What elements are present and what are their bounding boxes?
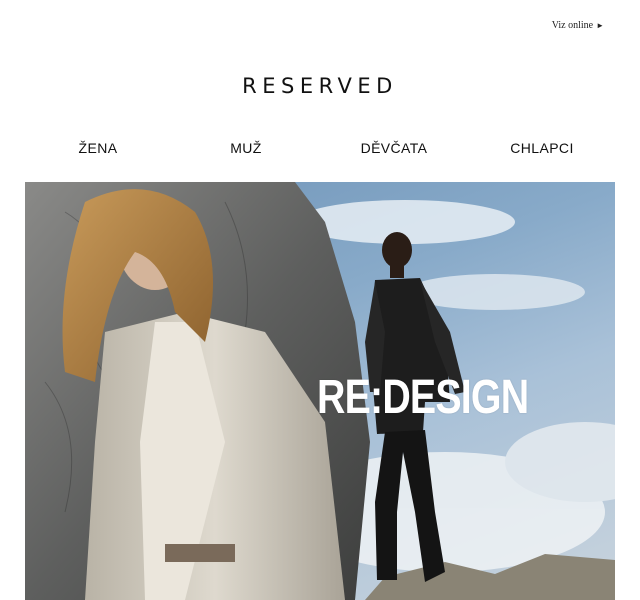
view-online-label: Viz online: [551, 20, 594, 31]
view-online-link-wrapper: Viz online ►: [552, 20, 604, 31]
hero-headline: RE:DESIGN: [317, 371, 529, 424]
nav-item-zena[interactable]: ŽENA: [24, 140, 172, 156]
nav-item-chlapci[interactable]: CHLAPCI: [468, 140, 616, 156]
brand-logo[interactable]: RESERVED: [0, 74, 640, 98]
play-arrow-icon: ►: [596, 21, 604, 30]
category-nav: ŽENA MUŽ DĚVČATA CHLAPCI: [24, 140, 616, 156]
nav-item-muz[interactable]: MUŽ: [172, 140, 320, 156]
nav-item-devcata[interactable]: DĚVČATA: [320, 140, 468, 156]
view-online-link[interactable]: Viz online ►: [552, 20, 604, 31]
hero-banner[interactable]: RE:DESIGN: [25, 182, 615, 600]
